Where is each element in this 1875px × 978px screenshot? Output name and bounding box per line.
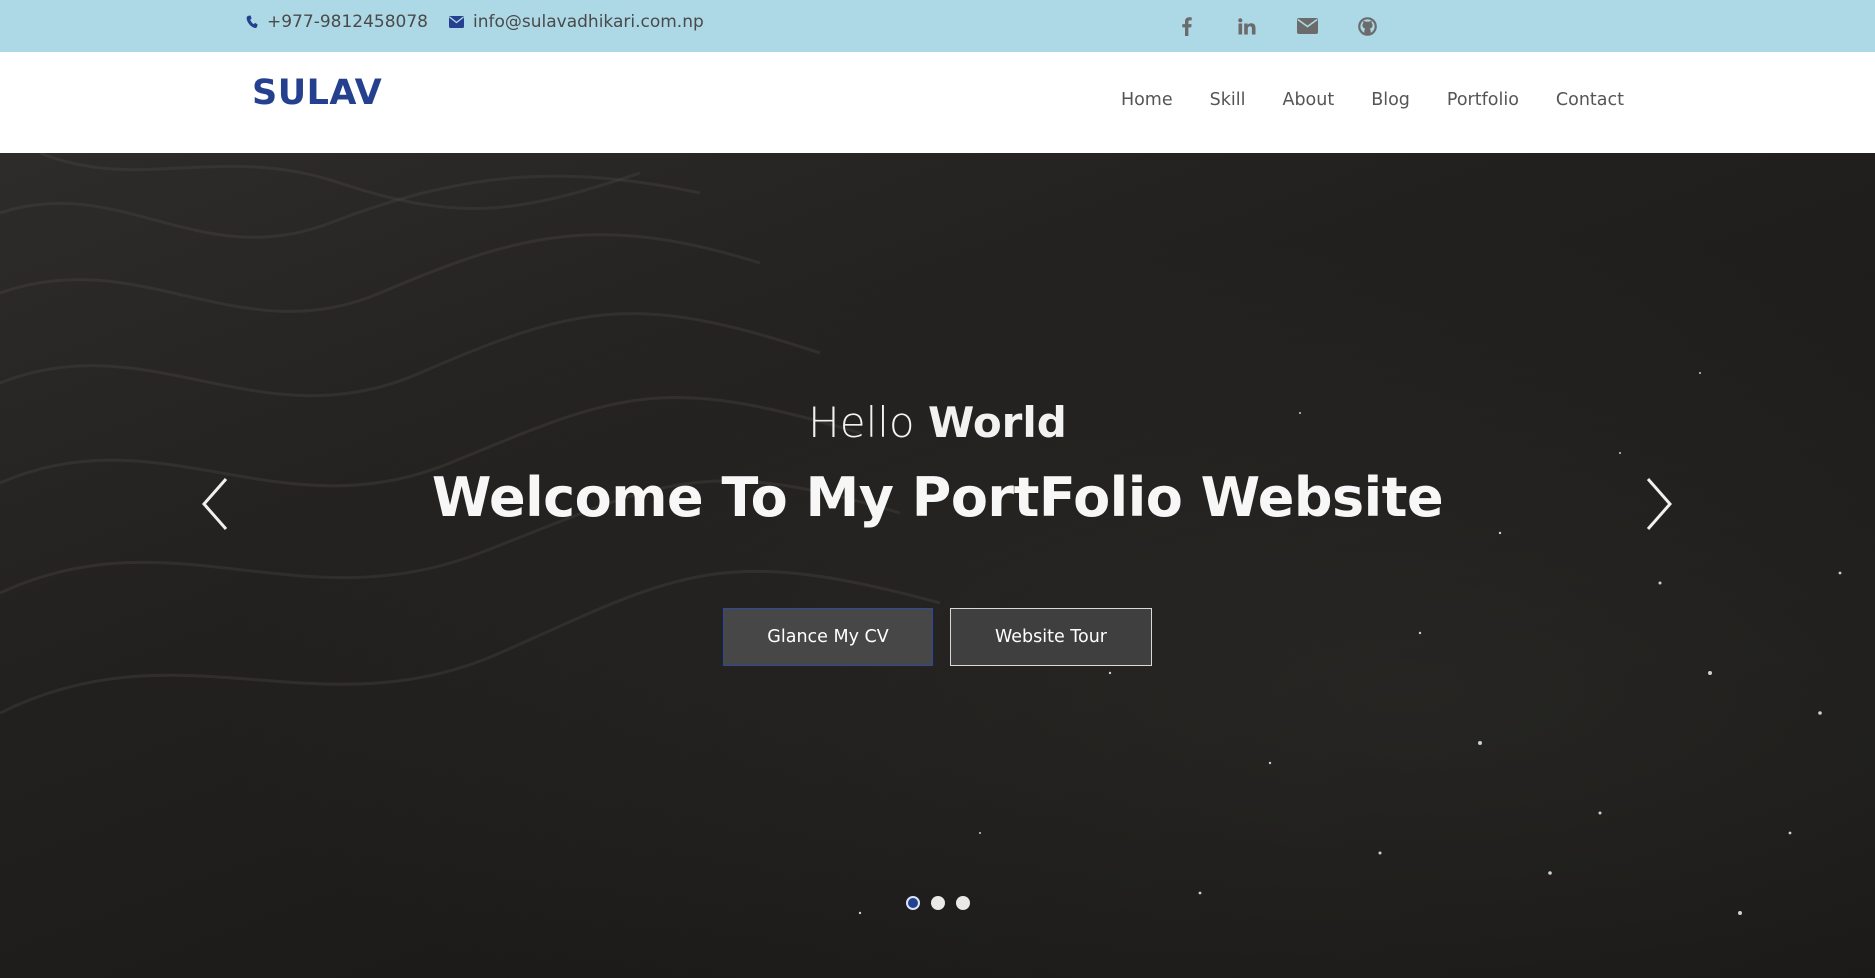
social-links	[1175, 14, 1379, 38]
top-contact-bar: +977-9812458078 info@sulavadhikari.com.n…	[0, 0, 1875, 52]
sand-background-image	[0, 153, 1842, 915]
hero-subtitle-bold: World	[927, 398, 1067, 447]
carousel-prev-icon[interactable]	[196, 475, 236, 533]
carousel-dot[interactable]	[956, 896, 970, 910]
carousel-indicators	[906, 896, 970, 910]
nav-blog[interactable]: Blog	[1371, 90, 1410, 110]
website-tour-button[interactable]: Website Tour	[950, 608, 1152, 666]
nav-about[interactable]: About	[1282, 90, 1334, 110]
email-address: info@sulavadhikari.com.np	[473, 12, 704, 32]
hero-subtitle-light: Hello	[808, 398, 915, 447]
github-icon[interactable]	[1355, 14, 1379, 38]
glance-cv-button[interactable]: Glance My CV	[723, 608, 933, 666]
envelope-icon[interactable]	[1295, 14, 1319, 38]
nav-home[interactable]: Home	[1121, 90, 1173, 110]
email-contact[interactable]: info@sulavadhikari.com.np	[449, 12, 704, 32]
hero-carousel: Hello World Welcome To My PortFolio Webs…	[0, 153, 1875, 978]
site-logo[interactable]: SULAV	[252, 73, 382, 113]
phone-number: +977-9812458078	[267, 12, 428, 32]
facebook-icon[interactable]	[1175, 14, 1199, 38]
hero-title: Welcome To My PortFolio Website	[431, 466, 1444, 529]
linkedin-icon[interactable]	[1235, 14, 1259, 38]
carousel-dot[interactable]	[931, 896, 945, 910]
carousel-next-icon[interactable]	[1638, 475, 1678, 533]
carousel-dot[interactable]	[906, 896, 920, 910]
nav-contact[interactable]: Contact	[1556, 90, 1624, 110]
hero-subtitle: Hello World	[0, 398, 1875, 447]
site-header: SULAV Home Skill About Blog Portfolio Co…	[0, 52, 1875, 153]
nav-portfolio[interactable]: Portfolio	[1447, 90, 1519, 110]
phone-icon	[246, 15, 258, 29]
nav-skill[interactable]: Skill	[1210, 90, 1246, 110]
phone-contact[interactable]: +977-9812458078	[246, 12, 428, 32]
main-nav: Home Skill About Blog Portfolio Contact	[1121, 90, 1624, 110]
envelope-icon	[449, 16, 464, 28]
